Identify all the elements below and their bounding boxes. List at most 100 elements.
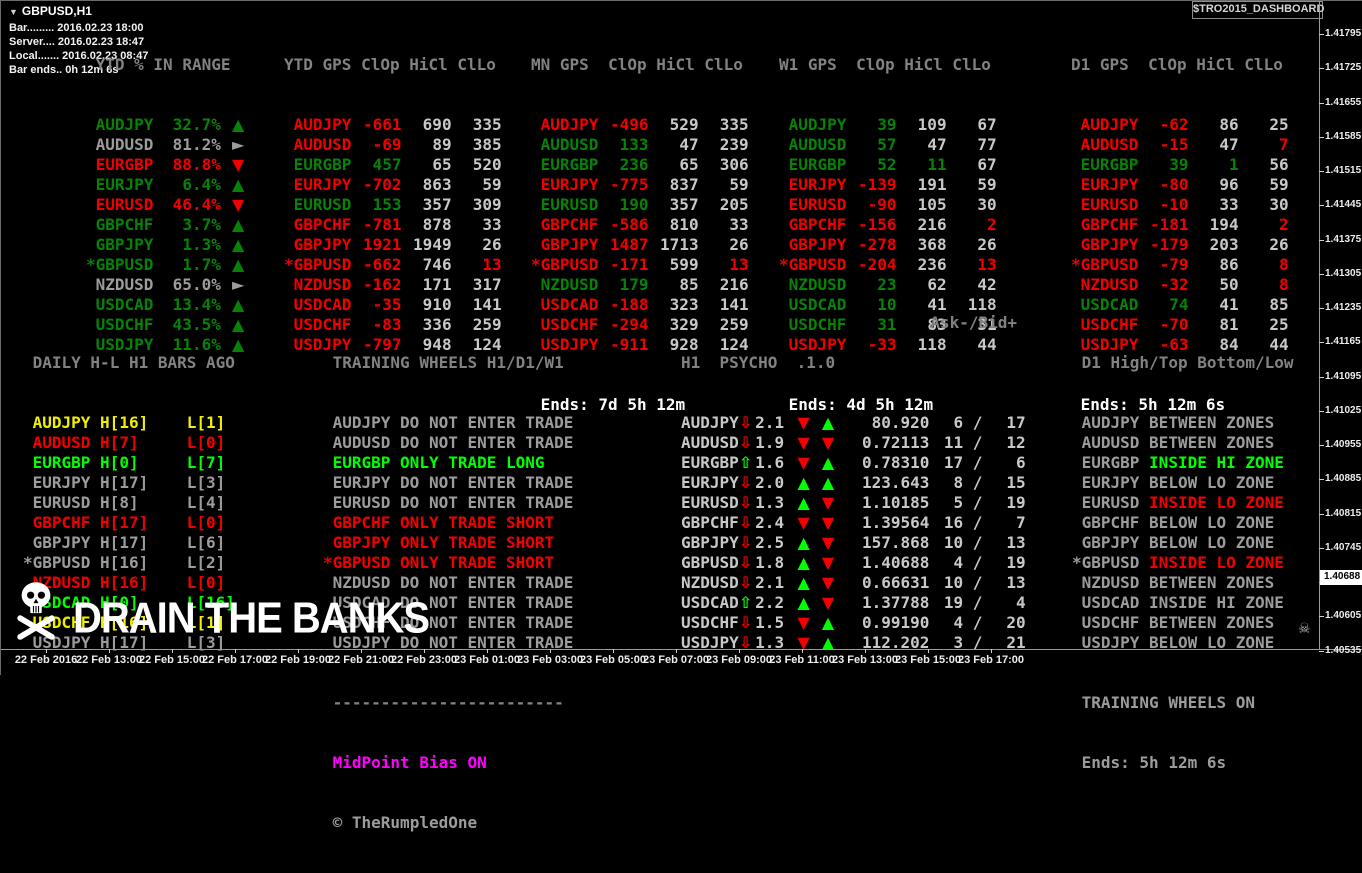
table-row: *GBPUSD ONLY TRADE SHORT: [323, 553, 573, 573]
pair-label: GBPUSD: [332, 553, 391, 572]
price-tick: [1319, 547, 1324, 549]
hicl-value: 65: [679, 155, 699, 174]
slash: /: [963, 533, 992, 552]
pair-label: EURJPY: [1080, 175, 1139, 194]
psycho-down-arrow-icon: ⇩: [738, 533, 753, 552]
time-tick-label: 23 Feb 09:00: [705, 654, 773, 666]
star-marker: [531, 215, 541, 235]
pair-label: EURJPY: [332, 473, 391, 492]
bid-count: 19: [1006, 493, 1026, 512]
time-tick: [550, 649, 551, 653]
cllo-value: 59: [977, 175, 997, 194]
cllo-value: 13: [729, 255, 749, 274]
high-bars-ago: H[17]: [100, 533, 149, 552]
table-row: USDCAD INSIDE HI ZONE: [1072, 593, 1294, 613]
price-value: 0.72113: [861, 433, 930, 452]
price-tick: [1319, 34, 1324, 35]
table-row: AUDUSD H[7] L[0]: [23, 433, 235, 453]
star-marker: [23, 493, 33, 513]
star-marker: [86, 115, 96, 135]
pair-label: USDJPY: [1081, 633, 1140, 652]
hicl-value: 86: [1219, 255, 1239, 274]
table-row: *GBPUSD 1.7% ▲: [86, 255, 245, 275]
table-row: EURJPY DO NOT ENTER TRADE: [323, 473, 574, 493]
clop-value: -702: [362, 175, 402, 194]
clop-value: -32: [1159, 275, 1189, 294]
star-marker: [323, 473, 333, 493]
pair-label: EURUSD: [95, 195, 154, 214]
table-row: AUDJPY -62 86 25: [1071, 115, 1289, 135]
cllo-value: 85: [1269, 295, 1289, 314]
table-row: AUDJPY⇩ 2.1 ▼ ▲ 80.920 6 / 17: [681, 413, 1026, 433]
price-tick-label: 1.41095: [1325, 370, 1362, 382]
chart-window: ▼ GBPUSD,H1 Bar......... 2016.02.23 18:00…: [0, 0, 1362, 832]
table-row: EURUSD -90 105 30: [779, 195, 997, 215]
pair-label: AUDJPY: [1081, 413, 1140, 432]
star-marker: [284, 115, 294, 135]
low-bars-ago: L[0]: [186, 433, 226, 452]
psycho-value: 2.1: [755, 573, 785, 592]
hicl-value: 33: [1219, 195, 1239, 214]
symbol-title[interactable]: ▼ GBPUSD,H1: [9, 4, 92, 18]
pair-label: GBPUSD: [1081, 553, 1140, 572]
table-row: GBPJPY ONLY TRADE SHORT: [323, 533, 573, 553]
clop-value: 74: [1169, 295, 1189, 314]
pair-label: EURUSD: [1080, 195, 1139, 214]
price-tick: [1319, 273, 1324, 275]
star-marker: [779, 135, 789, 155]
time-tick-label: 23 Feb 11:00: [769, 654, 835, 666]
percent-value: 46.4%: [172, 195, 221, 214]
psycho-value: 1.3: [755, 493, 785, 512]
up-arrow-icon: ▲: [231, 215, 245, 234]
pair-label: NZDUSD: [293, 275, 352, 294]
bid-count: 20: [1006, 613, 1026, 632]
time-tick-label: 23 Feb 03:00: [516, 654, 584, 666]
high-bars-ago: H[8]: [100, 493, 139, 512]
table-row: EURGBP 39 1 56: [1071, 155, 1289, 175]
price-axis-line: [1319, 1, 1320, 649]
cllo-value: 25: [1269, 115, 1289, 134]
right-arrow-icon: ►: [231, 275, 245, 294]
price-value: 80.920: [871, 413, 930, 432]
low-bars-ago: L[3]: [186, 473, 226, 492]
clop-value: -188: [609, 295, 649, 314]
star-marker: *: [1071, 255, 1081, 274]
star-marker: [1072, 473, 1082, 493]
table-row: AUDUSD DO NOT ENTER TRADE: [323, 433, 574, 453]
time-tick: [802, 649, 803, 653]
star-marker: [779, 235, 789, 255]
star-marker: [23, 413, 33, 433]
hicl-value: 368: [917, 235, 947, 254]
zone-status: INSIDE HI ZONE: [1149, 453, 1284, 472]
table-row: USDCAD -35 910 141: [284, 295, 502, 315]
chevron-down-icon[interactable]: ▼: [9, 7, 18, 17]
star-marker: [779, 215, 789, 235]
star-marker: [779, 155, 789, 175]
table-header: D1 High/Top Bottom/Low: [1081, 353, 1294, 372]
pair-label: USDCAD: [95, 295, 154, 314]
star-marker: [284, 215, 294, 235]
star-marker: [1072, 493, 1082, 513]
table-row: AUDJPY DO NOT ENTER TRADE: [323, 413, 574, 433]
divider: ------------------------: [332, 693, 564, 712]
time-tick: [991, 649, 992, 653]
trade-advice: DO NOT ENTER TRADE: [400, 413, 574, 432]
down-arrow-icon: ▼: [821, 533, 835, 552]
table-row: AUDUSD -69 89 385: [284, 135, 502, 155]
ask-count: 6: [953, 413, 964, 432]
bid-count: 15: [1006, 473, 1026, 492]
cllo-value: 56: [1269, 155, 1289, 174]
star-marker: [323, 493, 333, 513]
up-arrow-icon: ▲: [821, 453, 835, 472]
clop-value: 1921: [362, 235, 402, 254]
star-marker: [23, 513, 33, 533]
price-tick: [1319, 68, 1324, 70]
slash: /: [963, 573, 992, 592]
hicl-value: 746: [422, 255, 452, 274]
price-tick-label: 1.41305: [1325, 267, 1362, 279]
star-marker: [86, 175, 96, 195]
training-wheels-status: TRAINING WHEELS ON: [1081, 693, 1256, 712]
psycho-down-arrow-icon: ⇩: [738, 473, 753, 492]
price-value: 123.643: [861, 473, 930, 492]
hicl-value: 105: [917, 195, 947, 214]
